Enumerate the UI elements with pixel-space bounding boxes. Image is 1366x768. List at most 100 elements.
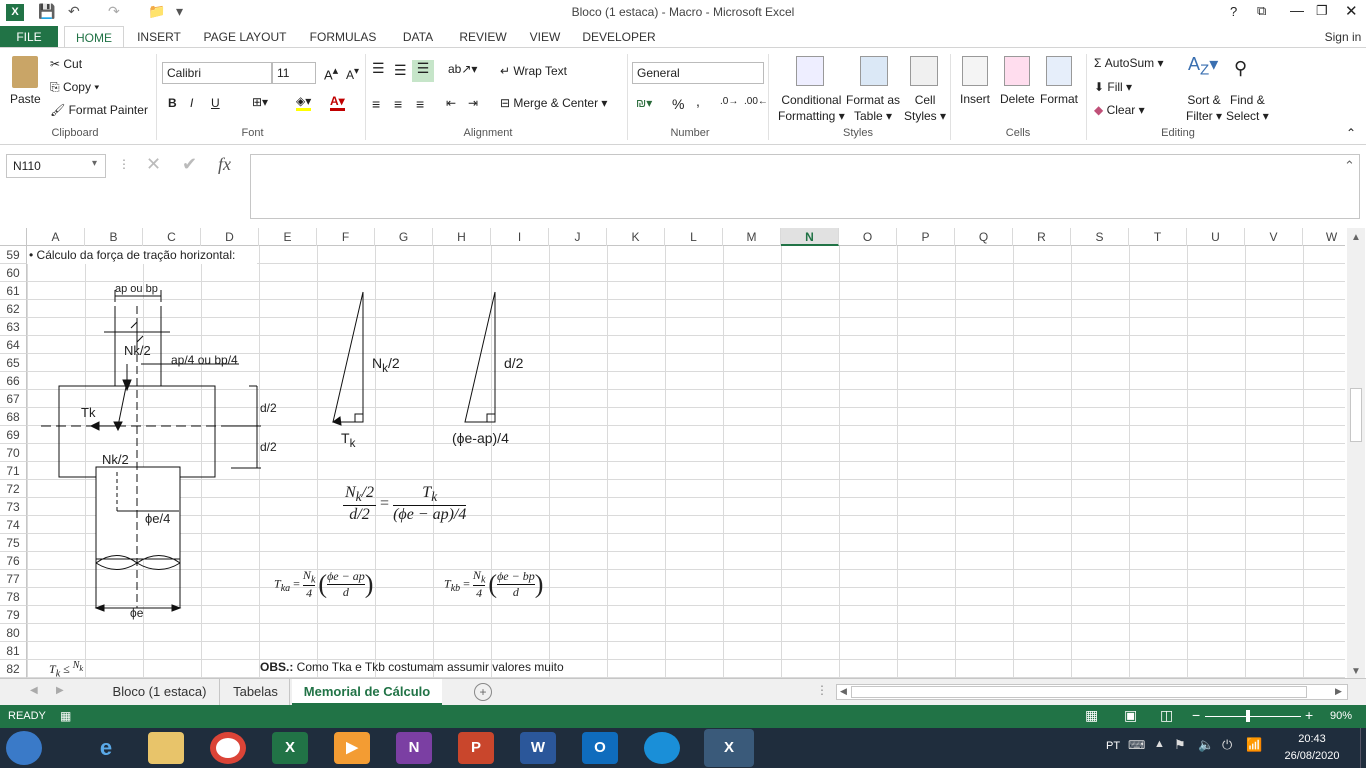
confirm-entry-icon[interactable]: ✔ — [182, 154, 197, 175]
row-header-60[interactable]: 60 — [0, 264, 27, 282]
font-size-combo[interactable]: 11 — [272, 62, 316, 84]
align-right-icon[interactable]: ≡ — [416, 96, 424, 112]
onenote-icon[interactable]: N — [396, 732, 432, 764]
excel-active-taskbar-icon[interactable]: X — [704, 729, 754, 767]
column-header-j[interactable]: J — [549, 228, 607, 246]
row-header-74[interactable]: 74 — [0, 516, 27, 534]
sheet-tab-bloco[interactable]: Bloco (1 estaca) — [100, 679, 220, 705]
insert-button[interactable]: Insert — [960, 92, 990, 106]
column-header-p[interactable]: P — [897, 228, 955, 246]
keyboard-icon[interactable]: ⌨ — [1128, 738, 1145, 752]
vertical-scrollbar[interactable]: ▲ ▼ — [1347, 228, 1365, 678]
column-header-g[interactable]: G — [375, 228, 433, 246]
merge-center-button[interactable]: ⊟ Merge & Center ▾ — [500, 96, 607, 110]
zoom-slider-thumb[interactable] — [1246, 710, 1250, 722]
tab-split-grip[interactable]: ⋮ — [816, 683, 828, 697]
network-icon[interactable]: 📶 — [1246, 737, 1262, 753]
row-header-63[interactable]: 63 — [0, 318, 27, 336]
sort-filter-button[interactable]: Sort & Filter ▾ — [1186, 92, 1222, 124]
sheet-next-icon[interactable]: ▶ — [56, 685, 64, 696]
row-header-72[interactable]: 72 — [0, 480, 27, 498]
row-header-79[interactable]: 79 — [0, 606, 27, 624]
sign-in-link[interactable]: Sign in — [1322, 26, 1364, 48]
percent-button[interactable]: % — [672, 96, 684, 112]
formula-input[interactable] — [250, 154, 1360, 219]
collapse-ribbon-icon[interactable]: ⌃ — [1346, 126, 1356, 140]
horizontal-scrollbar[interactable]: ◀ ▶ — [836, 684, 1348, 700]
row-header-81[interactable]: 81 — [0, 642, 27, 660]
cell-styles-icon[interactable] — [910, 56, 938, 86]
insert-cells-icon[interactable] — [962, 56, 988, 86]
paste-button[interactable]: Paste — [10, 92, 41, 106]
column-header-m[interactable]: M — [723, 228, 781, 246]
column-header-o[interactable]: O — [839, 228, 897, 246]
wrap-text-button[interactable]: ↵ Wrap Text — [500, 64, 567, 78]
font-name-combo[interactable]: Calibri — [162, 62, 272, 84]
tab-insert[interactable]: INSERT — [130, 26, 188, 48]
outlook-icon[interactable]: O — [582, 732, 618, 764]
copy-button[interactable]: ⎘ Copy ▾ — [50, 80, 99, 95]
clear-button[interactable]: ◆ Clear ▾ — [1094, 103, 1145, 117]
bold-button[interactable]: B — [168, 96, 177, 110]
format-as-table-icon[interactable] — [860, 56, 888, 86]
close-icon[interactable]: ✕ — [1345, 2, 1358, 20]
format-as-table-button[interactable]: Format as Table ▾ — [846, 92, 900, 124]
sheet-tab-tabelas[interactable]: Tabelas — [222, 679, 290, 705]
name-box-dropdown-icon[interactable]: ▾ — [92, 158, 97, 169]
border-icon[interactable]: ⊞▾ — [252, 95, 268, 109]
column-header-l[interactable]: L — [665, 228, 723, 246]
zoom-out-icon[interactable]: − — [1192, 707, 1200, 723]
column-header-a[interactable]: A — [27, 228, 85, 246]
orientation-icon[interactable]: ab↗▾ — [448, 62, 477, 76]
number-format-combo[interactable]: General — [632, 62, 764, 84]
show-hidden-icons[interactable]: ▲ — [1154, 738, 1165, 750]
conditional-formatting-icon[interactable] — [796, 56, 824, 86]
format-button[interactable]: Format — [1040, 92, 1078, 106]
column-header-i[interactable]: I — [491, 228, 549, 246]
align-center-icon[interactable]: ≡ — [394, 96, 402, 112]
sort-filter-icon[interactable]: AZ▾ — [1188, 54, 1218, 79]
row-header-69[interactable]: 69 — [0, 426, 27, 444]
italic-button[interactable]: I — [190, 96, 193, 110]
row-header-71[interactable]: 71 — [0, 462, 27, 480]
row-header-80[interactable]: 80 — [0, 624, 27, 642]
increase-decimal-icon[interactable]: .0→ — [720, 96, 738, 107]
show-desktop-button[interactable] — [1360, 728, 1366, 768]
row-header-59[interactable]: 59 — [0, 246, 27, 264]
media-player-icon[interactable]: ▶ — [334, 732, 370, 764]
tab-formulas[interactable]: FORMULAS — [304, 26, 382, 48]
delete-button[interactable]: Delete — [1000, 92, 1035, 106]
column-header-c[interactable]: C — [143, 228, 201, 246]
restore-icon[interactable]: ❐ — [1316, 3, 1328, 19]
edge-icon[interactable] — [644, 732, 680, 764]
column-header-t[interactable]: T — [1129, 228, 1187, 246]
name-box[interactable]: N110 — [6, 154, 106, 178]
clock-date[interactable]: 26/08/2020 — [1282, 750, 1342, 762]
column-header-f[interactable]: F — [317, 228, 375, 246]
align-left-icon[interactable]: ≡ — [372, 96, 380, 112]
ribbon-display-icon[interactable]: ⧉ — [1257, 3, 1266, 19]
underline-button[interactable]: U — [211, 96, 220, 110]
comma-button[interactable]: , — [696, 93, 700, 109]
align-bottom-icon[interactable]: ☰ — [412, 60, 434, 82]
binoculars-icon[interactable]: ⚲ — [1234, 58, 1247, 79]
autosum-button[interactable]: Σ AutoSum ▾ — [1094, 56, 1163, 70]
vertical-scroll-thumb[interactable] — [1350, 388, 1362, 442]
column-header-h[interactable]: H — [433, 228, 491, 246]
zoom-level[interactable]: 90% — [1330, 710, 1352, 722]
volume-icon[interactable]: 🔈 — [1198, 737, 1214, 753]
row-header-68[interactable]: 68 — [0, 408, 27, 426]
column-header-v[interactable]: V — [1245, 228, 1303, 246]
row-header-75[interactable]: 75 — [0, 534, 27, 552]
file-explorer-icon[interactable] — [148, 732, 184, 764]
macro-record-icon[interactable]: ▦ — [60, 709, 71, 723]
scroll-left-icon[interactable]: ◀ — [840, 686, 847, 697]
tab-view[interactable]: VIEW — [522, 26, 568, 48]
select-all-corner[interactable] — [0, 228, 27, 246]
word-icon[interactable]: W — [520, 732, 556, 764]
sheet-prev-icon[interactable]: ◀ — [30, 685, 38, 696]
fill-color-icon[interactable]: ◈▾ — [296, 94, 312, 111]
cancel-entry-icon[interactable]: ✕ — [146, 154, 161, 175]
row-header-65[interactable]: 65 — [0, 354, 27, 372]
add-sheet-icon[interactable]: + — [474, 683, 492, 701]
